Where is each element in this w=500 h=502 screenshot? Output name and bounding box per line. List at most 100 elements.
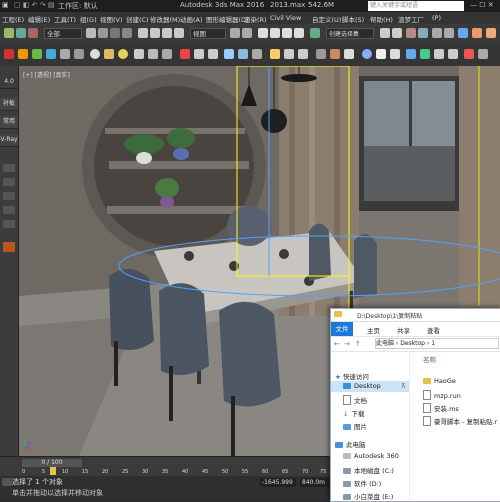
plugin-icon[interactable] xyxy=(420,49,430,59)
snap-toggle-icon[interactable] xyxy=(258,28,268,38)
plugin-icon[interactable] xyxy=(74,49,84,59)
plugin-icon[interactable] xyxy=(448,49,458,59)
plugin-icon[interactable] xyxy=(180,49,190,59)
viewport-label[interactable]: [+] [透视] [真实] xyxy=(23,70,70,79)
render-setup-icon[interactable] xyxy=(472,28,482,38)
address-input[interactable]: 此电脑 › Desktop › 1 xyxy=(375,338,499,349)
pivot-icon[interactable] xyxy=(230,28,240,38)
menu-item-modifiers[interactable]: 修改器(M) xyxy=(150,14,180,24)
menu-item-p[interactable]: (P) xyxy=(432,14,441,22)
plugin-icon[interactable] xyxy=(376,49,386,59)
percent-snap-icon[interactable] xyxy=(282,28,292,38)
select-by-name-icon[interactable] xyxy=(98,28,108,38)
tab-view[interactable]: 查看 xyxy=(427,325,440,335)
plugin-icon[interactable] xyxy=(478,49,488,59)
panel-tab-material[interactable]: 衬板 xyxy=(0,98,18,111)
menu-item-plugin[interactable]: 渲梦工厂 xyxy=(398,14,424,24)
plugin-icon[interactable] xyxy=(194,49,204,59)
graphite-icon[interactable] xyxy=(418,28,428,38)
file-explorer-window[interactable]: D:\Desktop\1\复制粘贴 文件 主页 共享 查看 ← → ↑ 此电脑 … xyxy=(330,308,500,502)
window-controls[interactable]: — ☐ ✕ xyxy=(470,1,494,9)
panel-button[interactable] xyxy=(3,220,15,228)
search-input[interactable]: 键入关键字或短语 xyxy=(368,1,464,11)
named-selection-set-dropdown[interactable]: 创建选择集 xyxy=(326,28,374,39)
nav-item-pictures[interactable]: 图片 xyxy=(343,421,367,431)
tab-share[interactable]: 共享 xyxy=(397,325,410,335)
breadcrumb-item[interactable]: 此电脑 xyxy=(376,340,394,347)
plugin-icon[interactable] xyxy=(32,49,42,59)
menu-item-scripting[interactable]: 脚本(S) xyxy=(342,14,364,24)
plugin-icon[interactable] xyxy=(238,49,248,59)
schematic-view-icon[interactable] xyxy=(444,28,454,38)
panel-button[interactable] xyxy=(3,178,15,186)
plugin-icon[interactable] xyxy=(252,49,262,59)
plugin-icon[interactable] xyxy=(344,49,354,59)
tab-file[interactable]: 文件 xyxy=(331,322,353,336)
menu-item-animation[interactable]: 动画(A) xyxy=(180,14,203,24)
menu-item-group[interactable]: 组(G) xyxy=(80,14,97,24)
breadcrumb-item[interactable]: 1 xyxy=(431,340,435,347)
panel-tab-vray[interactable]: V-Ray xyxy=(0,134,18,147)
menu-item-tools[interactable]: 工具(T) xyxy=(54,14,76,24)
plugin-icon[interactable] xyxy=(284,49,294,59)
nav-item-drive-c[interactable]: 本地磁盘 (C:) xyxy=(343,465,394,475)
red-tool-icon[interactable] xyxy=(3,242,15,252)
move-icon[interactable] xyxy=(138,28,148,38)
menu-item-file[interactable]: 工程(E) xyxy=(2,14,24,24)
plugin-icon[interactable] xyxy=(434,49,444,59)
menu-item-graph-editors[interactable]: 图形编辑器(D) xyxy=(206,14,249,24)
reference-coord-dropdown[interactable]: 视图 xyxy=(190,28,226,39)
plugin-icon[interactable] xyxy=(464,49,474,59)
mirror-icon[interactable] xyxy=(380,28,390,38)
material-editor-icon[interactable] xyxy=(458,28,468,38)
plugin-icon[interactable] xyxy=(134,49,144,59)
plugin-icon[interactable] xyxy=(330,49,340,59)
plugin-icon[interactable] xyxy=(270,49,280,59)
sphere-icon[interactable] xyxy=(90,49,100,59)
nav-item-desktop[interactable]: Desktop ⊼ xyxy=(331,381,409,392)
lamp-icon[interactable] xyxy=(118,49,128,59)
edit-named-selection-icon[interactable] xyxy=(310,28,320,38)
render-icon[interactable] xyxy=(486,28,496,38)
plugin-icon[interactable] xyxy=(18,49,28,59)
selection-filter-dropdown[interactable]: 全部 xyxy=(44,28,82,39)
list-item[interactable]: 安装.ms xyxy=(423,403,459,413)
angle-snap-icon[interactable] xyxy=(270,28,280,38)
breadcrumb-item[interactable]: Desktop xyxy=(400,340,425,347)
menu-item-views[interactable]: 视图(V) xyxy=(100,14,123,24)
up-arrow-icon[interactable]: ↑ xyxy=(355,340,361,348)
tab-home[interactable]: 主页 xyxy=(367,325,380,335)
align-icon[interactable] xyxy=(392,28,402,38)
list-item[interactable]: 豪哥脚本 - 复制粘贴.r xyxy=(423,416,497,426)
menu-item-civil-view[interactable]: Civil View xyxy=(270,14,301,22)
rotate-icon[interactable] xyxy=(150,28,160,38)
plugin-icon[interactable] xyxy=(298,49,308,59)
nav-item-documents[interactable]: 文档 xyxy=(343,395,367,405)
link-icon[interactable] xyxy=(28,28,38,38)
column-header-name[interactable]: 名称 xyxy=(423,354,436,364)
panel-tab-common[interactable]: 常用 xyxy=(0,116,18,129)
undo-icon[interactable] xyxy=(4,28,14,38)
panel-button[interactable] xyxy=(3,206,15,214)
y-coordinate-field[interactable]: 840.0m xyxy=(300,478,330,487)
panel-button[interactable] xyxy=(3,164,15,172)
nav-item-drive-d[interactable]: 软件 (D:) xyxy=(343,478,381,488)
rect-select-icon[interactable] xyxy=(110,28,120,38)
light-icon[interactable] xyxy=(104,49,114,59)
time-slider[interactable]: 0 / 100 xyxy=(22,459,82,467)
plugin-icon[interactable] xyxy=(148,49,158,59)
menu-item-create[interactable]: 创建(C) xyxy=(126,14,149,24)
nav-item-this-pc[interactable]: 此电脑 xyxy=(335,439,366,449)
select-manipulate-icon[interactable] xyxy=(242,28,252,38)
window-crossing-icon[interactable] xyxy=(122,28,132,38)
x-coordinate-field[interactable]: -1645.999 xyxy=(260,478,296,487)
nav-item-downloads[interactable]: ↓ 下载 xyxy=(343,408,364,418)
plugin-icon[interactable] xyxy=(224,49,234,59)
back-arrow-icon[interactable]: ← xyxy=(334,340,340,348)
maxscript-listener-icon[interactable] xyxy=(2,478,12,486)
menu-item-help[interactable]: 帮助(H) xyxy=(370,14,393,24)
plugin-icon[interactable] xyxy=(4,49,14,59)
layer-manager-icon[interactable] xyxy=(406,28,416,38)
quick-access-icons[interactable]: ▢ ◧ ↶ ↷ ▤ xyxy=(14,1,54,9)
forward-arrow-icon[interactable]: → xyxy=(344,340,350,348)
